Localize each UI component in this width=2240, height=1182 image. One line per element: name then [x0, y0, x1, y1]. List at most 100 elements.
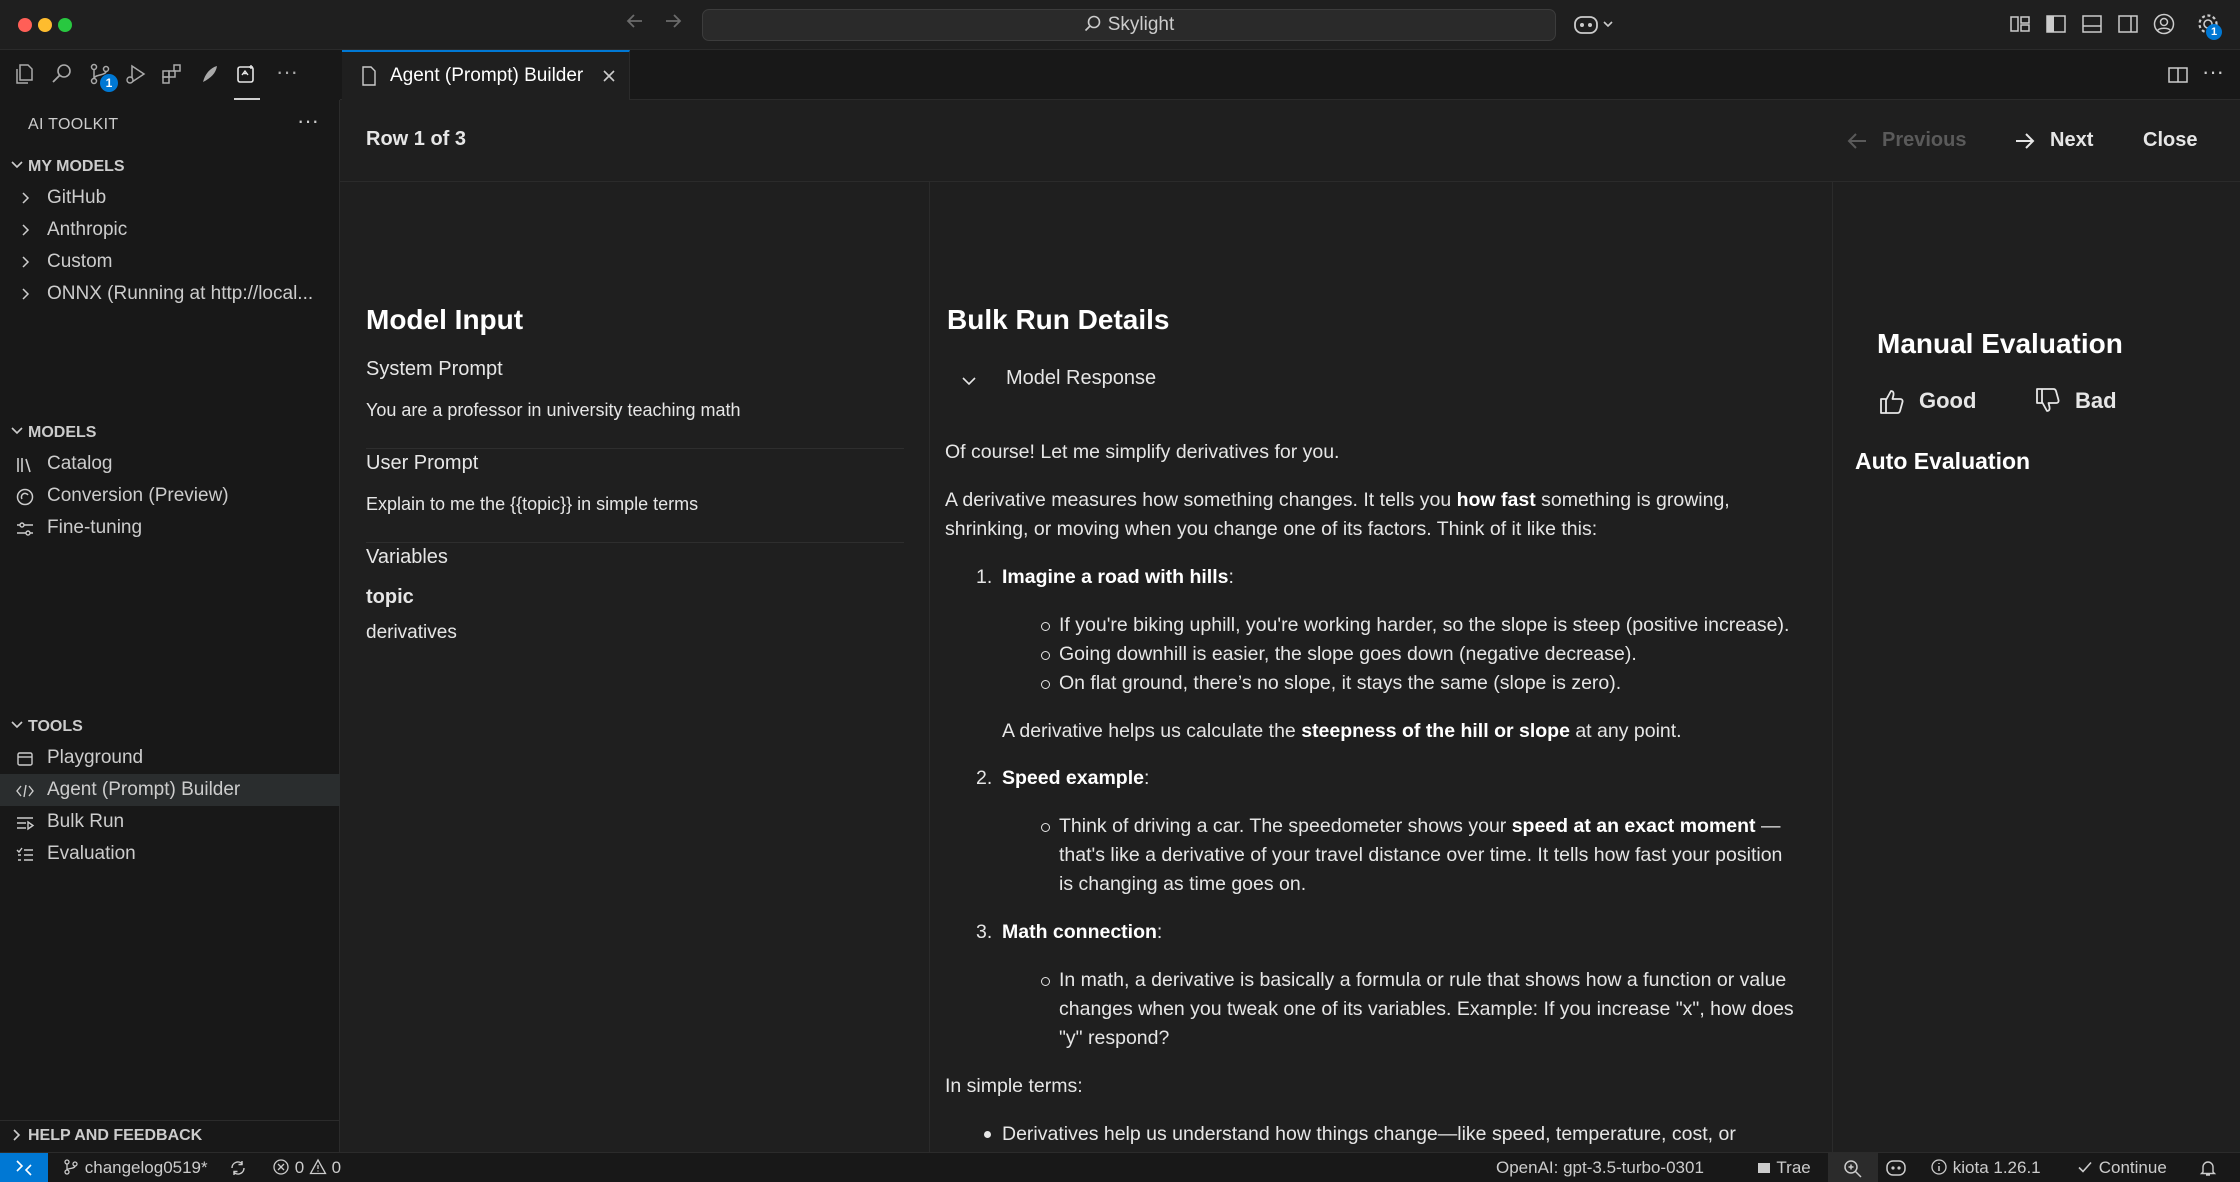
trae-status[interactable]: Trae: [1756, 1158, 1811, 1180]
extensions-icon[interactable]: [160, 62, 186, 88]
variable-name: topic: [366, 586, 414, 608]
toggle-secondary-sidebar-icon[interactable]: [2116, 12, 2142, 38]
status-bar: changelog0519* 0 0 OpenAI: gpt-3.5-turbo…: [0, 1152, 2240, 1182]
editor-more-actions-icon[interactable]: ···: [2202, 61, 2226, 87]
library-icon: [17, 458, 31, 473]
ai-feather-icon[interactable]: [198, 62, 224, 88]
close-button[interactable]: Close: [2143, 129, 2197, 152]
remote-indicator[interactable]: [0, 1153, 48, 1182]
tree-item-custom[interactable]: Custom: [0, 246, 340, 278]
close-icon[interactable]: [600, 67, 618, 85]
account-icon[interactable]: [2152, 12, 2178, 38]
minimize-window-button[interactable]: [38, 18, 52, 32]
model-response-content: Of course! Let me simplify derivatives f…: [945, 438, 1795, 1152]
source-control-icon[interactable]: 1: [88, 62, 118, 92]
sidebar-more-icon[interactable]: ···: [297, 108, 319, 134]
section-tools[interactable]: TOOLS: [0, 714, 340, 742]
tree-item-fine-tuning[interactable]: Fine-tuning: [0, 512, 340, 544]
problems-status[interactable]: 0 0: [272, 1158, 341, 1180]
tree-item-label: Anthropic: [47, 219, 128, 240]
system-prompt-value: You are a professor in university teachi…: [366, 400, 741, 420]
bad-label: Bad: [2075, 388, 2117, 413]
tree-item-label: ONNX (Running at http://local...: [47, 283, 314, 304]
search-view-icon[interactable]: [50, 62, 76, 88]
tree-item-conversion[interactable]: Conversion (Preview): [0, 480, 340, 512]
list-item: 1. Imagine a road with hills: If you're b…: [976, 563, 1795, 746]
command-center-search[interactable]: Skylight: [702, 9, 1556, 41]
branch-status[interactable]: changelog0519*: [62, 1158, 208, 1180]
model-response-toggle[interactable]: Model Response: [960, 364, 1360, 396]
continue-label: Continue: [2098, 1158, 2167, 1177]
bullet-item: Think of driving a car. The speedometer …: [1041, 812, 1795, 899]
ai-toolkit-icon[interactable]: [234, 62, 260, 100]
system-prompt-label: System Prompt: [366, 358, 503, 380]
run-debug-icon[interactable]: [124, 62, 150, 88]
zoom-icon: [1844, 1160, 1862, 1178]
previous-button[interactable]: Previous: [1844, 124, 1984, 158]
list-item: 3. Math connection: In math, a derivative…: [976, 918, 1795, 1053]
search-text: Skylight: [1107, 14, 1175, 35]
model-status[interactable]: OpenAI: gpt-3.5-turbo-0301: [1496, 1158, 1704, 1180]
tree-item-evaluation[interactable]: Evaluation: [0, 838, 340, 870]
tree-item-label: Evaluation: [47, 843, 136, 864]
toggle-panel-icon[interactable]: [2080, 12, 2106, 38]
zoom-status[interactable]: [1828, 1153, 1878, 1182]
sync-icon[interactable]: [228, 1158, 248, 1180]
kiota-status[interactable]: kiota 1.26.1: [1930, 1158, 2041, 1180]
bad-button[interactable]: Bad: [2033, 384, 2133, 418]
chevron-right-icon: [22, 224, 30, 236]
tree-item-agent-builder[interactable]: Agent (Prompt) Builder: [0, 774, 340, 806]
bullet-item: Derivatives help us understand how thing…: [984, 1120, 1795, 1152]
section-help-feedback[interactable]: HELP AND FEEDBACK: [0, 1120, 340, 1148]
branch-name: changelog0519*: [84, 1158, 208, 1177]
response-paragraph: A derivative measures how something chan…: [945, 489, 1730, 540]
error-icon: [273, 1159, 289, 1175]
manage-gear-icon[interactable]: 1: [2196, 12, 2222, 40]
tree-item-label: Agent (Prompt) Builder: [47, 779, 241, 800]
sidebar: AI TOOLKIT ··· MY MODELS GitHub Anthropi…: [0, 100, 340, 1152]
tree-item-label: GitHub: [47, 187, 107, 208]
good-button[interactable]: Good: [1877, 384, 1987, 418]
toggle-primary-sidebar-icon[interactable]: [2044, 12, 2070, 38]
split-editor-icon[interactable]: [2166, 63, 2190, 87]
section-label: MY MODELS: [28, 158, 125, 175]
back-arrow-icon[interactable]: [620, 10, 650, 40]
simple-terms-heading: In simple terms:: [945, 1075, 1083, 1097]
section-models[interactable]: MODELS: [0, 420, 340, 448]
section-my-models[interactable]: MY MODELS: [0, 154, 340, 182]
activity-bar: 1 ···: [0, 50, 340, 100]
tree-item-anthropic[interactable]: Anthropic: [0, 214, 340, 246]
tree-item-catalog[interactable]: Catalog: [0, 448, 340, 480]
search-icon: [1084, 15, 1101, 32]
tab-agent-builder[interactable]: Agent (Prompt) Builder: [342, 50, 630, 100]
customize-layout-icon[interactable]: [2008, 12, 2034, 38]
close-window-button[interactable]: [18, 18, 32, 32]
agent-builder-icon: [16, 784, 34, 798]
error-count: 0: [294, 1158, 305, 1177]
tree-item-playground[interactable]: Playground: [0, 742, 340, 774]
notifications-bell-icon[interactable]: [2198, 1158, 2218, 1180]
git-branch-icon: [64, 1159, 78, 1175]
tree-item-label: Custom: [47, 251, 113, 272]
section-label: TOOLS: [28, 718, 83, 735]
continue-status[interactable]: Continue: [2076, 1158, 2167, 1180]
more-views-icon[interactable]: ···: [276, 61, 302, 88]
copilot-status-icon[interactable]: [1884, 1158, 1910, 1180]
tree-item-github[interactable]: GitHub: [0, 182, 340, 214]
chevron-down-icon: [962, 377, 976, 386]
evaluation-panel: Manual Evaluation Good Bad Auto Evaluati…: [1833, 182, 2240, 1152]
user-prompt-label: User Prompt: [366, 452, 479, 474]
copilot-icon[interactable]: [1572, 12, 1622, 38]
tree-item-label: Catalog: [47, 453, 113, 474]
next-button[interactable]: Next: [2012, 124, 2122, 158]
warning-icon: [309, 1158, 327, 1175]
row-counter: Row 1 of 3: [366, 128, 467, 150]
maximize-window-button[interactable]: [58, 18, 72, 32]
remote-icon: [16, 1160, 32, 1176]
chevron-right-icon: [13, 1129, 21, 1141]
forward-arrow-icon[interactable]: [658, 10, 688, 40]
bullet-item: In math, a derivative is basically a for…: [1041, 966, 1795, 1053]
tree-item-bulk-run[interactable]: Bulk Run: [0, 806, 340, 838]
tree-item-onnx[interactable]: ONNX (Running at http://local...: [0, 278, 340, 310]
explorer-icon[interactable]: [12, 62, 38, 88]
